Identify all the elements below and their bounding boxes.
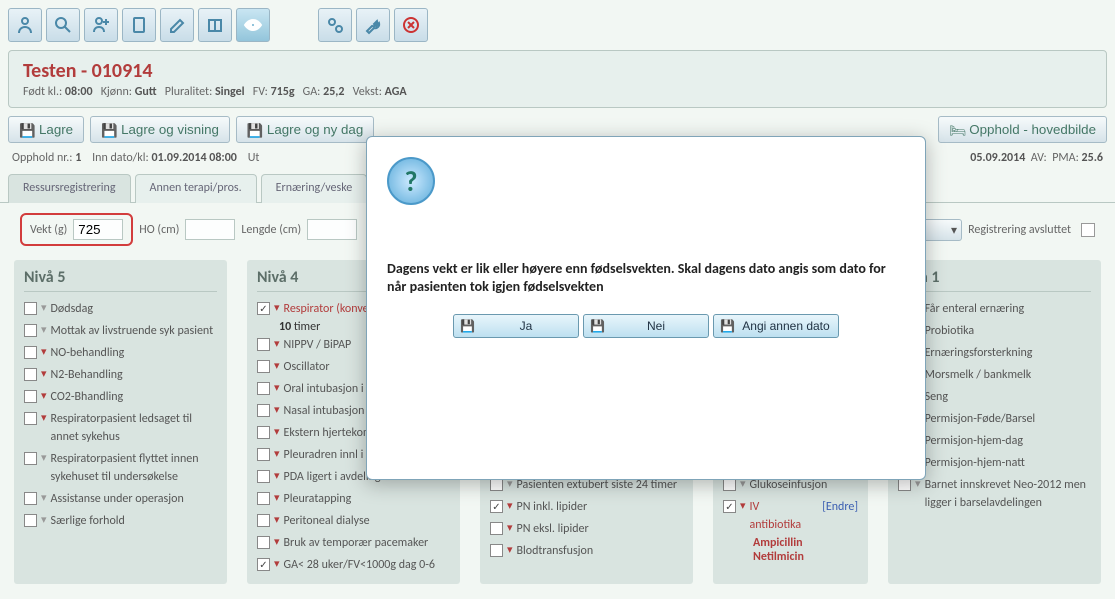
dialog-text: Dagens vekt er lik eller høyere enn føds… <box>387 260 905 296</box>
toolbar-btn-gears[interactable] <box>318 8 352 42</box>
vekt-input[interactable] <box>73 219 123 240</box>
close-icon <box>401 15 421 35</box>
save-icon: 💾 <box>590 319 604 333</box>
tab-terapi[interactable]: Annen terapi/pros. <box>135 174 257 203</box>
toolbar-btn-6[interactable] <box>198 8 232 42</box>
toolbar-btn-1[interactable] <box>8 8 42 42</box>
endre-link[interactable]: [Endre] <box>822 498 858 516</box>
tab-ernaering[interactable]: Ernæring/veske <box>261 174 368 203</box>
reg-avsluttet-checkbox[interactable] <box>1081 223 1095 237</box>
confirm-dialog: ? Dagens vekt er lik eller høyere enn fø… <box>366 136 926 480</box>
question-icon: ? <box>387 157 435 205</box>
eye-icon <box>243 15 263 35</box>
save-icon: 💾 <box>19 123 33 137</box>
level5-title: Nivå 5 <box>24 268 217 292</box>
vekt-highlight: Vekt (g) <box>20 213 133 246</box>
lengde-input[interactable] <box>307 219 357 240</box>
bed-icon: 🛏 <box>949 123 963 137</box>
lagre-visning-button[interactable]: 💾Lagre og visning <box>90 116 230 143</box>
toolbar-btn-close[interactable] <box>394 8 428 42</box>
save-icon: 💾 <box>101 123 115 137</box>
drug-item: Netilmicin <box>753 550 858 564</box>
dialog-ja-button[interactable]: 💾Ja <box>453 314 579 338</box>
toolbar-btn-4[interactable] <box>122 8 156 42</box>
opphold-button[interactable]: 🛏Opphold - hovedbilde <box>938 116 1107 143</box>
vekt-label: Vekt (g) <box>30 223 67 237</box>
save-icon: 💾 <box>720 319 734 333</box>
patient-meta: Født kl.: 08:00 Kjønn: Gutt Pluralitet: … <box>23 85 1092 99</box>
dialog-nei-button[interactable]: 💾Nei <box>583 314 709 338</box>
lagre-nydag-button[interactable]: 💾Lagre og ny dag <box>236 116 374 143</box>
edit-icon <box>167 15 187 35</box>
book-icon <box>205 15 225 35</box>
patient-bar: Testen - 010914 Født kl.: 08:00 Kjønn: G… <box>8 50 1107 108</box>
toolbar-btn-wrench[interactable] <box>356 8 390 42</box>
dropdown-empty[interactable] <box>923 219 962 241</box>
toolbar-btn-7[interactable] <box>236 8 270 42</box>
tab-ressurs[interactable]: Ressursregistrering <box>8 174 131 203</box>
ho-input[interactable] <box>185 219 235 240</box>
ho-label: HO (cm) <box>139 223 179 237</box>
lengde-label: Lengde (cm) <box>241 223 301 237</box>
gears-icon <box>325 15 345 35</box>
save-icon: 💾 <box>460 319 474 333</box>
level5-col: Nivå 5 ▾Dødsdag ▾Mottak av livstruende s… <box>14 260 227 584</box>
toolbar-btn-3[interactable] <box>84 8 118 42</box>
user-icon <box>15 15 35 35</box>
toolbar-btn-5[interactable] <box>160 8 194 42</box>
level1-title: Nivå 1 <box>898 268 1091 292</box>
search-icon <box>53 15 73 35</box>
drug-item: Ampicillin <box>753 536 858 550</box>
dialog-annen-dato-button[interactable]: 💾Angi annen dato <box>713 314 839 338</box>
document-icon <box>129 15 149 35</box>
save-icon: 💾 <box>247 123 261 137</box>
reg-avsluttet-label: Registrering avsluttet <box>968 223 1071 237</box>
list-item: ▾Dødsdag <box>24 298 217 320</box>
lagre-button[interactable]: 💾Lagre <box>8 116 84 143</box>
patient-title: Testen - 010914 <box>23 59 1092 83</box>
toolbar-btn-2[interactable] <box>46 8 80 42</box>
user-plus-icon <box>91 15 111 35</box>
wrench-icon <box>363 15 383 35</box>
